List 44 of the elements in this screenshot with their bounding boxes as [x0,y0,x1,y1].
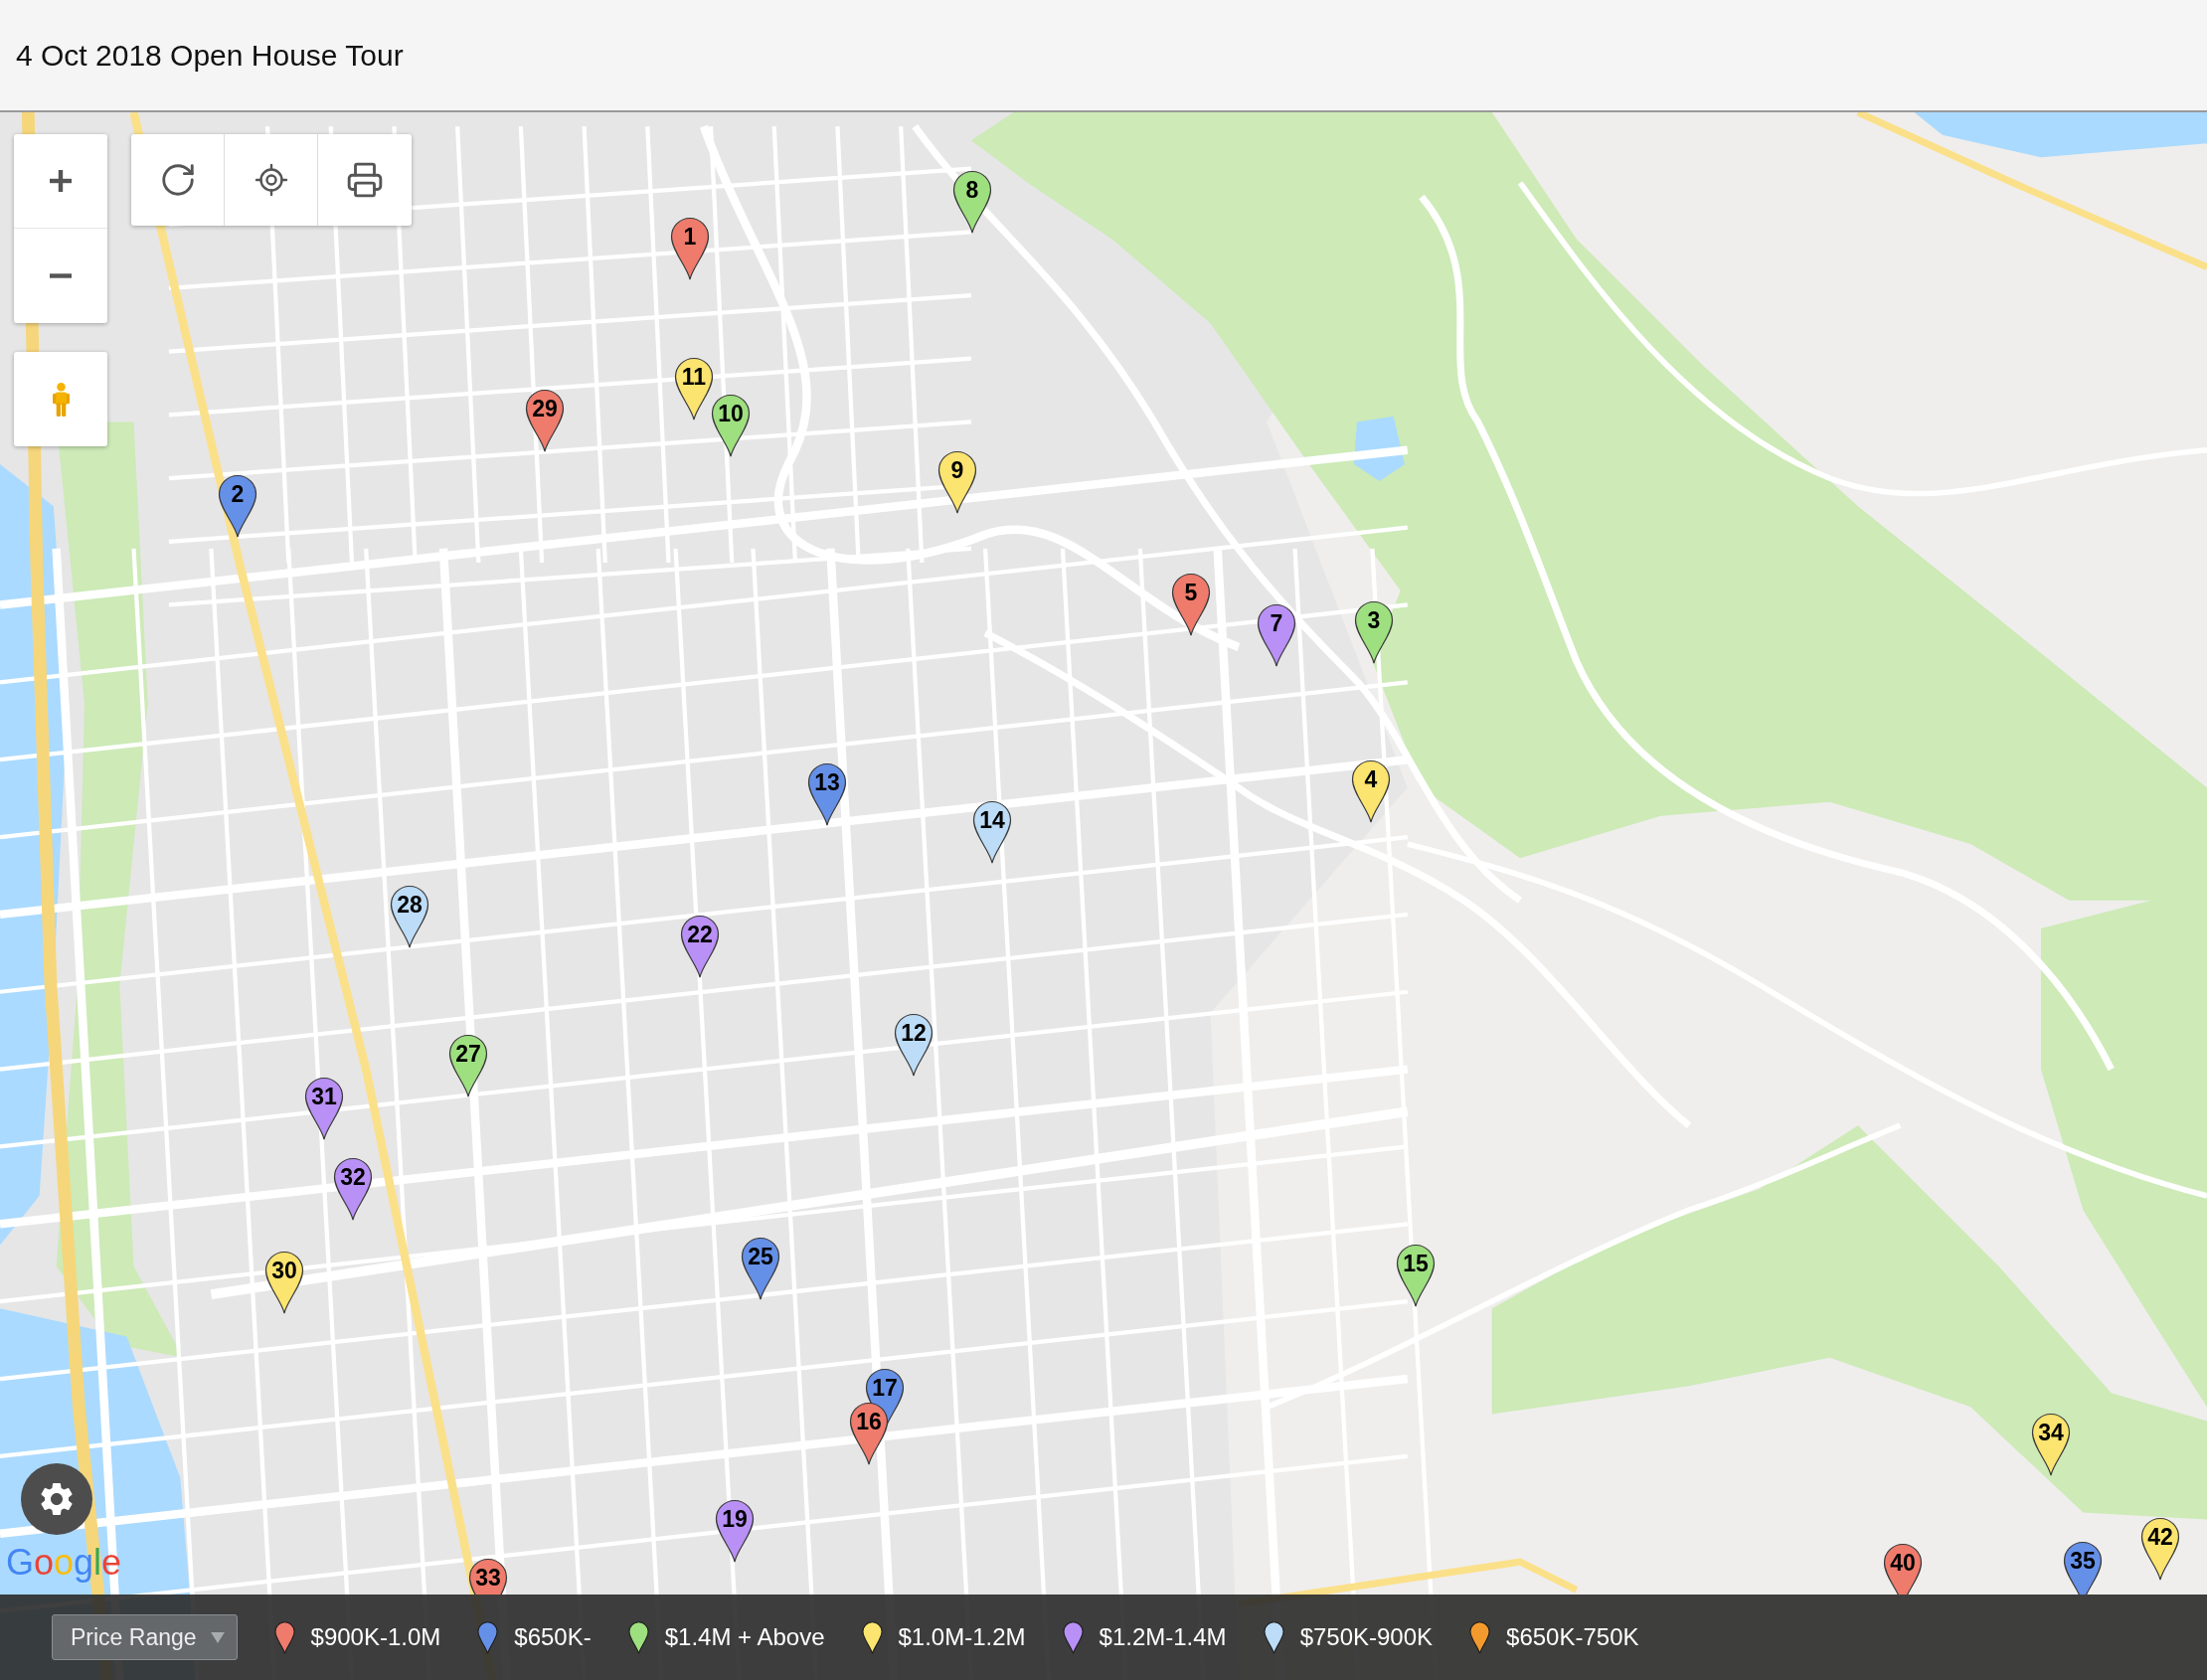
map-marker[interactable]: 22 [680,915,720,978]
map-marker[interactable]: 2 [218,474,257,538]
map-marker[interactable]: 30 [264,1251,304,1314]
legend-label: $650K- [514,1622,592,1652]
map-marker[interactable]: 8 [952,170,992,234]
map-marker[interactable]: 7 [1257,603,1296,667]
map-marker[interactable]: 10 [711,394,751,457]
map-marker[interactable]: 40 [1883,1543,1923,1595]
map-marker[interactable]: 28 [390,885,429,948]
legend-label: $1.0M-1.2M [898,1622,1026,1652]
map-marker[interactable]: 9 [937,450,977,514]
map-marker[interactable]: 25 [741,1237,780,1300]
map-marker[interactable]: 34 [2031,1413,2071,1476]
map-marker[interactable]: 15 [1396,1244,1436,1307]
minus-icon [50,273,72,278]
map-marker[interactable]: 19 [715,1499,755,1563]
map-marker[interactable]: 27 [448,1034,488,1097]
map-marker[interactable]: 3 [1354,600,1394,664]
page-title: 4 Oct 2018 Open House Tour [16,38,404,74]
plus-icon [50,170,72,192]
legend-label: $1.2M-1.4M [1099,1622,1227,1652]
map-marker[interactable]: 35 [2063,1541,2103,1595]
map-marker[interactable]: 31 [304,1077,344,1140]
map-marker[interactable]: 1 [670,217,710,280]
map-marker[interactable]: 4 [1351,759,1391,823]
map-marker[interactable]: 11 [674,357,714,420]
legend-label: $750K-900K [1299,1622,1434,1652]
map-marker[interactable]: 32 [333,1157,373,1221]
crosshair-icon [253,162,289,198]
person-icon [52,382,70,417]
map-marker[interactable]: 42 [2140,1517,2180,1581]
map-marker[interactable]: 14 [972,800,1012,864]
map-marker[interactable]: 16 [849,1402,889,1465]
map-marker[interactable]: 5 [1171,573,1211,636]
price-range-dropdown[interactable]: Price Range [52,1614,238,1660]
map-marker[interactable]: 12 [894,1013,934,1077]
legend-label: $900K-1.0M [310,1622,441,1652]
printer-icon [346,161,384,199]
map-marker[interactable]: 29 [525,389,565,452]
map-marker[interactable]: 33 [468,1558,508,1595]
caret-icon [210,1631,225,1643]
legend-label: $1.4M + Above [664,1622,825,1652]
legend-label: $650K-750K [1506,1622,1639,1652]
map-marker[interactable]: 13 [807,762,847,826]
